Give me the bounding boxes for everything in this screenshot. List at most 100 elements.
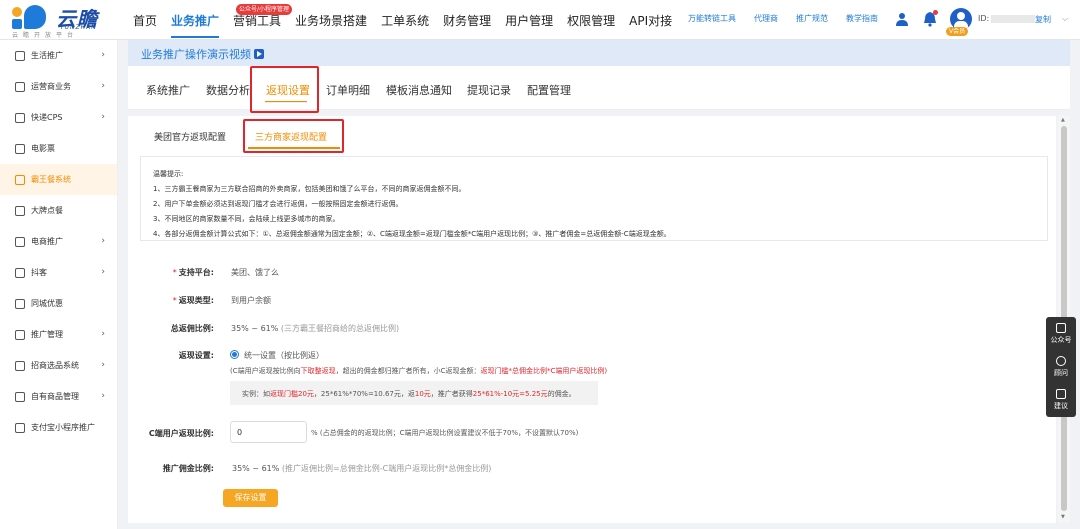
promoter-ratio-number: 35% ~ 61% [232,464,280,473]
sidebar-item-movie-ticket[interactable]: 电影票 [0,133,117,164]
rebate-type-label: * 返现类型: [118,295,214,306]
sidebar: 生活推广 › 运营商业务 › 快递CPS › 电影票 霸王餐系统 大牌点餐 电商推广 ›… [0,40,118,529]
required-mark: * [172,268,177,277]
ex-threshold: 返现门槛20元 [270,390,314,398]
rebate-type-value: 到用户余额 [231,296,271,305]
vip-badge: V会员 [946,27,969,36]
nav-item-api[interactable]: API对接 [622,0,679,40]
nav-item-home[interactable]: 首页 [126,0,164,40]
chevron-right-icon: › [101,81,105,91]
sidebar-item-operator[interactable]: 运营商业务 › [0,71,117,102]
ex-part: 实例：如 [242,390,270,398]
sidebar-item-express-cps[interactable]: 快递CPS › [0,102,117,133]
sidebar-item-label: 同城优惠 [31,299,63,308]
nav-item-users[interactable]: 用户管理 [498,0,560,40]
tab-withdraw-records[interactable]: 提现记录 [467,82,511,98]
sidebar-item-bawangcan[interactable]: 霸王餐系统 [0,164,117,195]
tips-line: 2、用户下单金额必须达到返现门槛才会进行返佣，一般按照固定金额进行返佣。 [153,200,403,208]
ex-part: ，25*61%*70%=10.67元，返 [313,390,415,398]
sidebar-item-own-products[interactable]: 自有商品管理 › [0,381,117,412]
tab-config[interactable]: 配置管理 [527,82,571,98]
user-id-masked [991,14,1036,23]
float-label: 公众号 [1050,336,1072,344]
tips-box: 温馨提示: 1、三方霸王餐商家为三方联合招商的外卖商家，包括美团和饿了么平台，不… [140,156,1048,241]
rebate-type-label-text: 返现类型: [178,296,214,305]
chevron-right-icon: › [101,236,105,246]
sidebar-item-label: 招商选品系统 [31,361,79,370]
chevron-right-icon: › [101,50,105,60]
chevron-down-icon[interactable]: ⌵ [1062,14,1068,24]
float-wechat-account[interactable]: 公众号 [1046,317,1076,350]
link-teaching-guide[interactable]: 教学指南 [846,13,878,24]
tab-system-promotion[interactable]: 系统推广 [146,82,190,98]
thumbs-up-icon [15,205,25,216]
sidebar-item-merchant-selection[interactable]: 招商选品系统 › [0,350,117,381]
sidebar-item-brand-ordering[interactable]: 大牌点餐 [0,195,117,226]
desc-formula: 返现门槛*总佣金比例*C端用户返现比例) [480,367,608,375]
sidebar-item-label: 支付宝小程序推广 [31,423,95,432]
sidebar-item-label: 自有商品管理 [31,392,79,401]
tab-data-analysis[interactable]: 数据分析 [206,82,250,98]
chevron-right-icon: › [101,391,105,401]
platform-label-text: 支持平台: [178,268,214,277]
nav-item-marketing-tools[interactable]: 营销工具 公众号/小程序管理 [226,0,293,40]
float-suggestion[interactable]: 建议 [1046,383,1076,416]
unified-setting-label[interactable]: 统一设置（按比例返） [244,350,324,361]
truck-icon [15,112,25,123]
film-icon [15,143,25,154]
sidebar-item-promotion-management[interactable]: 推广管理 › [0,319,117,350]
float-consultant[interactable]: 顾问 [1046,350,1076,383]
required-mark: * [172,296,177,305]
nav-item-scene-builder[interactable]: 业务场景搭建 [288,0,374,40]
headset-icon [1056,356,1066,366]
target-icon [15,360,25,371]
total-ratio-value: 35% ~ 61% (三方霸王餐招商给的总返佣比例) [231,323,399,334]
sidebar-item-life-promotion[interactable]: 生活推广 › [0,40,117,71]
sidebar-item-alipay-miniprogram[interactable]: 支付宝小程序推广 [0,412,117,443]
nav-item-finance[interactable]: 财务管理 [436,0,498,40]
play-icon [254,49,264,59]
copy-id-button[interactable]: 复制 [1035,14,1051,25]
highlight-box-subtab [243,119,344,153]
promoter-ratio-note: (推广返佣比例=总佣金比例-C端用户返现比例*总佣金比例) [281,464,492,473]
link-link-converter[interactable]: 万能转链工具 [688,13,736,24]
tab-order-details[interactable]: 订单明细 [326,82,370,98]
top-links: 万能转链工具 代理商 推广规范 教学指南 [688,13,896,24]
sidebar-item-label: 推广管理 [31,330,63,339]
link-promotion-rules[interactable]: 推广规范 [796,13,828,24]
sidebar-item-label: 电商推广 [31,237,63,246]
desc-part: (C端用户返现按比例向 [230,367,301,375]
tips-line: 4、各部分返佣金额计算公式如下：①、总返佣金额通常为固定金额；②、C端返现金额=… [153,230,671,238]
user-group-icon[interactable] [895,12,909,26]
demo-video-link[interactable]: 业务推广操作演示视频 [141,46,264,62]
c-ratio-input[interactable] [230,421,307,443]
tab-template-notice[interactable]: 模板消息通知 [386,82,452,98]
platform-label: * 支持平台: [118,267,214,278]
nav-badge: 公众号/小程序管理 [236,4,293,15]
tips-line: 3、不同地区的商家数量不同，会陆续上线更多城市的商家。 [153,215,340,223]
scroll-up-icon[interactable]: ▲ [1061,117,1065,123]
scroll-down-icon[interactable]: ▼ [1061,514,1065,520]
document-icon [15,81,25,92]
sidebar-item-douke[interactable]: 抖客 › [0,257,117,288]
example-box: 实例：如返现门槛20元，25*61%*70%=10.67元，返10元，推广者获得… [230,381,598,405]
link-agent[interactable]: 代理商 [754,13,778,24]
sidebar-item-ecommerce[interactable]: 电商推广 › [0,226,117,257]
logo[interactable]: 云瞻 YUNZHAN 云瞻开放平台 [10,3,120,39]
promoter-ratio-value: 35% ~ 61% (推广返佣比例=总佣金比例-C端用户返现比例*总佣金比例) [232,463,491,474]
cart-icon [15,391,25,402]
nav-item-permissions[interactable]: 权限管理 [560,0,622,40]
save-button[interactable]: 保存设置 [223,489,278,507]
floating-toolbar: 公众号 顾问 建议 [1046,317,1076,417]
location-icon [15,298,25,309]
nav-item-ticket-system[interactable]: 工单系统 [374,0,436,40]
unified-setting-radio[interactable] [230,350,239,359]
alipay-icon [15,422,25,433]
subtab-meituan-official[interactable]: 美团官方返现配置 [154,130,226,143]
user-id-prefix: ID: [978,14,990,23]
chevron-right-icon: › [101,112,105,122]
bell-icon[interactable] [923,10,938,27]
sidebar-item-local-deals[interactable]: 同城优惠 [0,288,117,319]
nav-item-business-promotion[interactable]: 业务推广 [164,0,226,40]
c-ratio-note: % (占总佣金的的返现比例；C端用户返现比例设置建议不低于70%，不设置默认70… [311,429,579,437]
